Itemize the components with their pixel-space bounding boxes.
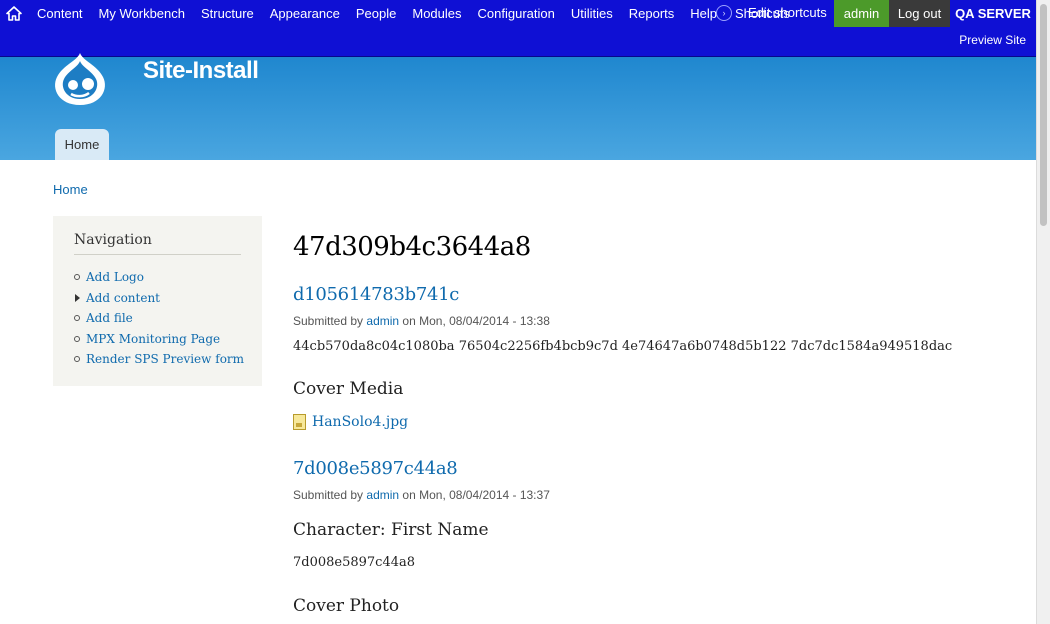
- page-scrollbar[interactable]: [1036, 0, 1050, 624]
- toolbar-item-structure[interactable]: Structure: [193, 6, 262, 21]
- field-label-cover-media: Cover Media: [293, 379, 404, 399]
- navigation-title: Navigation: [74, 232, 152, 248]
- toolbar-item-people[interactable]: People: [348, 6, 404, 21]
- bullet-icon: [74, 335, 80, 342]
- toolbar-item-content[interactable]: Content: [29, 6, 91, 21]
- toolbar-item-reports[interactable]: Reports: [621, 6, 683, 21]
- nav-item-render-sps: Render SPS Preview form: [73, 350, 244, 371]
- node-submitted-info: Submitted by admin on Mon, 08/04/2014 - …: [293, 314, 550, 328]
- shortcuts-toggle-icon: ›: [716, 5, 732, 21]
- nav-item-add-logo: Add Logo: [73, 268, 244, 289]
- submitted-date: on Mon, 08/04/2014 - 13:37: [402, 488, 550, 502]
- navigation-block: Navigation Add Logo Add content Add file…: [53, 216, 262, 386]
- page-title: 47d309b4c3644a8: [293, 232, 531, 262]
- nav-link-render-sps[interactable]: Render SPS Preview form: [86, 352, 244, 366]
- toolbar-item-my-workbench[interactable]: My Workbench: [91, 6, 193, 21]
- toolbar-item-modules[interactable]: Modules: [404, 6, 469, 21]
- author-link[interactable]: admin: [366, 488, 399, 502]
- logout-button[interactable]: Log out: [889, 0, 950, 27]
- tab-home[interactable]: Home: [55, 129, 109, 160]
- server-label: QA SERVER: [955, 6, 1031, 21]
- toolbar-item-appearance[interactable]: Appearance: [262, 6, 348, 21]
- site-name[interactable]: Site-Install: [143, 57, 259, 85]
- nav-link-mpx-monitoring[interactable]: MPX Monitoring Page: [86, 332, 220, 346]
- submitted-date: on Mon, 08/04/2014 - 13:38: [402, 314, 550, 328]
- expand-arrow-icon[interactable]: [75, 293, 80, 302]
- submitted-prefix: Submitted by: [293, 314, 364, 328]
- edit-shortcuts-link[interactable]: Edit shortcuts: [748, 5, 827, 20]
- field-label-cover-photo: Cover Photo: [293, 596, 400, 616]
- shortcuts-toggle[interactable]: › Shortcuts Edit shortcuts: [716, 5, 827, 21]
- toolbar-item-utilities[interactable]: Utilities: [563, 6, 621, 21]
- scrollbar-thumb[interactable]: [1040, 4, 1047, 226]
- bullet-icon: [74, 356, 80, 362]
- toolbar-item-configuration[interactable]: Configuration: [470, 6, 563, 21]
- node-title-link[interactable]: d105614783b741c: [293, 284, 459, 305]
- node-title-link[interactable]: 7d008e5897c44a8: [293, 458, 458, 479]
- drupal-logo[interactable]: [49, 53, 111, 105]
- field-label-first-name: Character: First Name: [293, 520, 489, 540]
- nav-item-add-file: Add file: [73, 309, 244, 330]
- file-attachment: HanSolo4.jpg: [293, 414, 408, 430]
- author-link[interactable]: admin: [366, 314, 399, 328]
- toolbar-menu: Content My Workbench Structure Appearanc…: [29, 0, 725, 27]
- image-file-icon: [293, 414, 306, 430]
- node-body: 44cb570da8c04c1080ba 76504c2256fb4bcb9c7…: [293, 339, 953, 354]
- nav-link-add-file[interactable]: Add file: [86, 311, 133, 325]
- navigation-divider: [74, 254, 241, 255]
- navigation-list: Add Logo Add content Add file MPX Monito…: [73, 268, 244, 371]
- nav-item-add-content: Add content: [73, 289, 244, 310]
- admin-toolbar: Content My Workbench Structure Appearanc…: [0, 0, 1036, 57]
- file-link[interactable]: HanSolo4.jpg: [312, 414, 408, 430]
- site-header: Site-Install Home: [0, 53, 1036, 160]
- bullet-icon: [74, 274, 80, 280]
- submitted-prefix: Submitted by: [293, 488, 364, 502]
- nav-item-mpx-monitoring: MPX Monitoring Page: [73, 330, 244, 351]
- user-account-link[interactable]: admin: [834, 0, 889, 27]
- breadcrumb[interactable]: Home: [53, 182, 88, 197]
- field-value-first-name: 7d008e5897c44a8: [293, 555, 416, 570]
- bullet-icon: [74, 315, 80, 321]
- nav-link-add-logo[interactable]: Add Logo: [86, 270, 144, 284]
- preview-site-link[interactable]: Preview Site: [959, 33, 1026, 47]
- nav-link-add-content[interactable]: Add content: [86, 291, 160, 305]
- home-icon[interactable]: [6, 6, 22, 22]
- node-submitted-info: Submitted by admin on Mon, 08/04/2014 - …: [293, 488, 550, 502]
